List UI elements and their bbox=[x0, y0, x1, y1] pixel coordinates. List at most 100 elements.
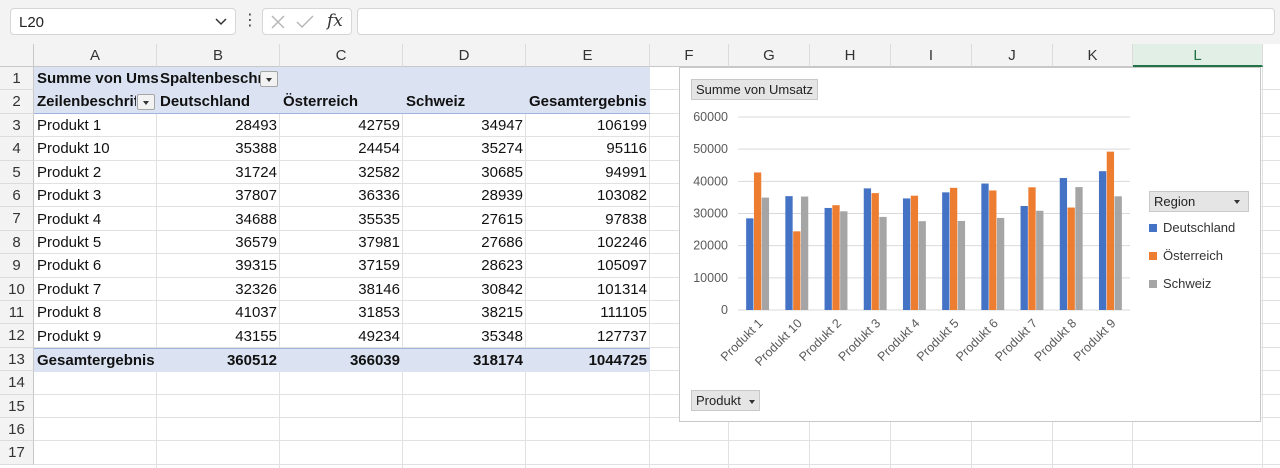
legend-item[interactable]: Österreich bbox=[1149, 247, 1223, 265]
chevron-down-icon[interactable] bbox=[213, 12, 229, 30]
pivot-value-cell[interactable]: 35274 bbox=[403, 137, 526, 160]
pivot-value-cell[interactable]: 43155 bbox=[157, 325, 280, 348]
pivot-col-header[interactable]: Schweiz bbox=[403, 90, 526, 113]
row-header-1[interactable]: 1 bbox=[0, 67, 34, 91]
more-options-icon[interactable]: ⋮ bbox=[242, 10, 258, 30]
row-header-16[interactable]: 16 bbox=[0, 418, 34, 442]
column-header-h[interactable]: H bbox=[810, 44, 891, 67]
row-header-7[interactable]: 7 bbox=[0, 207, 34, 231]
column-header-g[interactable]: G bbox=[729, 44, 810, 67]
column-header-c[interactable]: C bbox=[280, 44, 403, 67]
bar-österreich[interactable] bbox=[871, 193, 879, 310]
pivot-value-cell[interactable]: 38215 bbox=[403, 301, 526, 324]
bar-schweiz[interactable] bbox=[1075, 187, 1083, 310]
column-header-e[interactable]: E bbox=[526, 44, 650, 67]
bar-deutschland[interactable] bbox=[746, 218, 754, 310]
bar-österreich[interactable] bbox=[989, 190, 997, 310]
pivot-value-cell[interactable]: 42759 bbox=[280, 114, 403, 137]
row-header-4[interactable]: 4 bbox=[0, 137, 34, 161]
bar-österreich[interactable] bbox=[793, 231, 801, 310]
row-header-3[interactable]: 3 bbox=[0, 113, 34, 138]
bar-deutschland[interactable] bbox=[824, 207, 832, 310]
pivot-value-field[interactable]: Summe von Umsatz bbox=[34, 67, 158, 90]
row-header-6[interactable]: 6 bbox=[0, 184, 34, 208]
pivot-row-label[interactable]: Produkt 9 bbox=[34, 325, 157, 348]
pivot-row-label[interactable]: Produkt 8 bbox=[34, 301, 157, 324]
axis-field-button[interactable]: Produkt bbox=[691, 390, 760, 411]
pivot-value-cell[interactable]: 28493 bbox=[157, 114, 280, 137]
pivot-value-cell[interactable]: 35348 bbox=[403, 325, 526, 348]
pivot-col-header[interactable]: Deutschland bbox=[157, 90, 280, 113]
pivot-value-cell[interactable]: 31853 bbox=[280, 301, 403, 324]
insert-function-icon[interactable]: fx bbox=[327, 11, 343, 31]
pivot-value-cell[interactable]: 28939 bbox=[403, 184, 526, 207]
legend-item[interactable]: Deutschland bbox=[1149, 219, 1235, 237]
pivot-value-cell[interactable]: 32326 bbox=[157, 278, 280, 301]
pivot-value-cell[interactable]: 41037 bbox=[157, 301, 280, 324]
pivot-value-cell[interactable]: 32582 bbox=[280, 161, 403, 184]
column-header-f[interactable]: F bbox=[650, 44, 729, 67]
pivot-value-cell[interactable]: 24454 bbox=[280, 137, 403, 160]
bar-deutschland[interactable] bbox=[902, 198, 911, 310]
pivot-total-cell[interactable]: 318174 bbox=[403, 349, 526, 372]
column-header-j[interactable]: J bbox=[972, 44, 1053, 67]
bar-schweiz[interactable] bbox=[996, 217, 1005, 310]
pivot-row-label[interactable]: Produkt 5 bbox=[34, 231, 157, 254]
legend-filter-button[interactable]: Region bbox=[1149, 191, 1249, 212]
row-header-14[interactable]: 14 bbox=[0, 371, 34, 395]
row-header-12[interactable]: 12 bbox=[0, 324, 34, 348]
pivot-value-cell[interactable]: 102246 bbox=[526, 231, 650, 254]
chevron-down-icon[interactable] bbox=[748, 399, 755, 404]
pivot-value-cell[interactable]: 37981 bbox=[280, 231, 403, 254]
pivot-row-labels[interactable]: Zeilenbeschriftungen bbox=[34, 90, 136, 113]
bar-österreich[interactable] bbox=[1028, 187, 1036, 310]
pivot-value-cell[interactable]: 97838 bbox=[526, 208, 650, 231]
bar-deutschland[interactable] bbox=[1059, 177, 1068, 310]
pivot-value-cell[interactable]: 105097 bbox=[526, 254, 650, 277]
row-filter-dropdown[interactable] bbox=[137, 94, 155, 110]
pivot-value-cell[interactable]: 27615 bbox=[403, 208, 526, 231]
row-header-8[interactable]: 8 bbox=[0, 230, 34, 255]
row-header-11[interactable]: 11 bbox=[0, 301, 34, 325]
confirm-icon[interactable] bbox=[295, 13, 315, 31]
bar-österreich[interactable] bbox=[1106, 151, 1115, 310]
pivot-value-cell[interactable]: 31724 bbox=[157, 161, 280, 184]
bar-österreich[interactable] bbox=[753, 172, 762, 310]
pivot-value-cell[interactable]: 127737 bbox=[526, 325, 650, 348]
pivot-value-cell[interactable]: 49234 bbox=[280, 325, 403, 348]
bar-deutschland[interactable] bbox=[1020, 206, 1028, 310]
pivot-value-cell[interactable]: 36579 bbox=[157, 231, 280, 254]
column-filter-dropdown[interactable] bbox=[260, 71, 278, 87]
pivot-row-label[interactable]: Produkt 2 bbox=[34, 161, 157, 184]
bar-schweiz[interactable] bbox=[840, 211, 848, 310]
row-header-10[interactable]: 10 bbox=[0, 277, 34, 301]
pivot-row-label[interactable]: Produkt 4 bbox=[34, 208, 157, 231]
pivot-value-cell[interactable]: 34947 bbox=[403, 114, 526, 137]
row-header-5[interactable]: 5 bbox=[0, 160, 34, 184]
pivot-value-cell[interactable]: 30685 bbox=[403, 161, 526, 184]
chevron-down-icon[interactable] bbox=[1234, 200, 1240, 204]
pivot-value-cell[interactable]: 34688 bbox=[157, 208, 280, 231]
legend-item[interactable]: Schweiz bbox=[1149, 275, 1211, 293]
pivot-value-cell[interactable]: 94991 bbox=[526, 161, 650, 184]
row-header-9[interactable]: 9 bbox=[0, 254, 34, 278]
pivot-value-cell[interactable]: 38146 bbox=[280, 278, 403, 301]
row-header-15[interactable]: 15 bbox=[0, 394, 34, 418]
pivot-value-cell[interactable]: 28623 bbox=[403, 254, 526, 277]
bar-deutschland[interactable] bbox=[863, 188, 872, 310]
bar-österreich[interactable] bbox=[832, 205, 840, 310]
column-header-d[interactable]: D bbox=[403, 44, 526, 67]
pivot-row-label[interactable]: Produkt 6 bbox=[34, 254, 157, 277]
row-header-13[interactable]: 13 bbox=[0, 347, 34, 372]
bar-österreich[interactable] bbox=[949, 187, 958, 310]
pivot-value-cell[interactable]: 36336 bbox=[280, 184, 403, 207]
bar-schweiz[interactable] bbox=[957, 220, 966, 310]
row-header-2[interactable]: 2 bbox=[0, 90, 34, 114]
pivot-column-labels[interactable]: Spaltenbeschriftungen bbox=[157, 67, 260, 90]
bar-schweiz[interactable] bbox=[761, 197, 770, 310]
bar-österreich[interactable] bbox=[910, 195, 919, 310]
column-header-b[interactable]: B bbox=[157, 44, 280, 67]
pivot-col-header[interactable]: Gesamtergebnis bbox=[526, 90, 650, 113]
column-header-a[interactable]: A bbox=[34, 44, 157, 67]
pivot-row-label[interactable]: Produkt 10 bbox=[34, 137, 157, 160]
